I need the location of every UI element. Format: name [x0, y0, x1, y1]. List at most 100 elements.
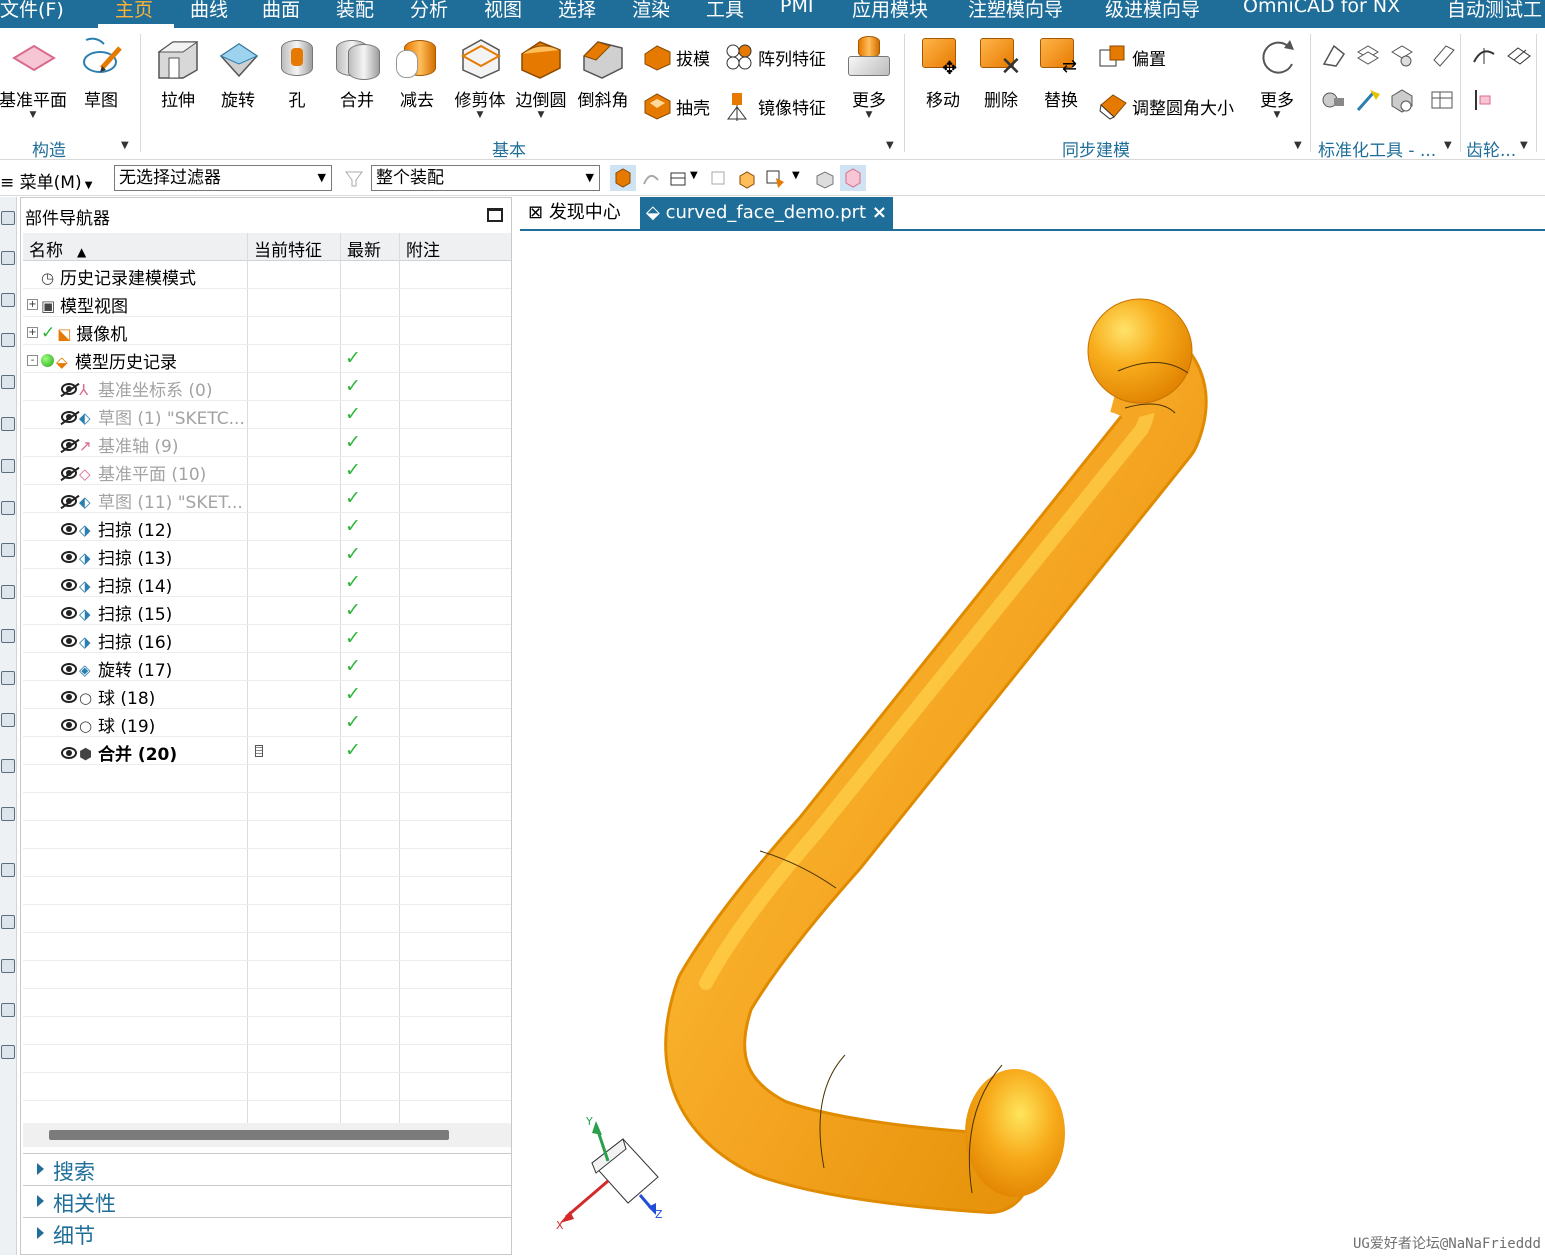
main-menu-button[interactable]: ≡ 菜单(M) ▼: [0, 168, 92, 193]
tree-row[interactable]: ⬗ 扫掠 (16) ✓: [23, 625, 511, 653]
tree-node[interactable]: ⬗ 扫掠 (13): [61, 544, 172, 569]
tree-row[interactable]: ⬗ 扫掠 (14) ✓: [23, 569, 511, 597]
section-search[interactable]: 搜索: [23, 1153, 511, 1185]
tab-discovery-center[interactable]: ⊠ 发现中心: [522, 197, 627, 229]
pattern-feature-button[interactable]: 阵列特征: [724, 42, 826, 72]
sound-tab-icon[interactable]: [1, 807, 15, 821]
tool-wrench-icon[interactable]: [1320, 86, 1348, 114]
process-studio-tab-icon[interactable]: [1, 543, 15, 557]
menu-pmi[interactable]: PMI: [780, 0, 813, 25]
measure-icon[interactable]: [1320, 42, 1348, 70]
tree-row[interactable]: ⬢ 合并 (20) ✓: [23, 737, 511, 765]
web-browser-tab-icon[interactable]: [1, 417, 15, 431]
curved-handle-model[interactable]: [664, 298, 1208, 1214]
tree-row[interactable]: ⬗ 扫掠 (15) ✓: [23, 597, 511, 625]
tree-node[interactable]: ⬗ 扫掠 (14): [61, 572, 172, 597]
chevron-down-icon[interactable]: ▼: [792, 170, 800, 181]
chamfer-button[interactable]: 倒斜角: [574, 34, 632, 111]
resize-blend-button[interactable]: 调整圆角大小: [1098, 91, 1234, 121]
tree-row[interactable]: + ▣ 模型视图: [23, 289, 511, 317]
tools-tab-icon[interactable]: [1, 1003, 15, 1017]
menu-assembly[interactable]: 装配: [336, 0, 374, 25]
more-basic-button[interactable]: 更多 ▼: [840, 34, 898, 120]
tree-row[interactable]: ◇ 基准平面 (10) ✓: [23, 457, 511, 485]
hidden-eye-icon[interactable]: [61, 494, 77, 507]
hd3d-tools-tab-icon[interactable]: [1, 375, 15, 389]
manufacturing-wizard-tab-icon[interactable]: [1, 585, 15, 599]
assembly-navigator-tab-icon[interactable]: [1, 251, 15, 265]
section-dependencies[interactable]: 相关性: [23, 1185, 511, 1217]
datum-plane-button[interactable]: 基准平面 ▼: [0, 34, 68, 120]
tree-node[interactable]: ⬖ 草图 (1) "SKETC...: [61, 404, 245, 429]
subtract-button[interactable]: 减去: [392, 34, 442, 111]
select-feature-icon[interactable]: [610, 165, 636, 191]
show-components-icon[interactable]: [840, 165, 866, 191]
menu-file[interactable]: 文件(F): [0, 0, 64, 25]
chevron-down-icon[interactable]: ▼: [886, 140, 894, 151]
replace-face-button[interactable]: ⇄ 替换: [1034, 34, 1088, 111]
tree-node[interactable]: ↗ 基准轴 (9): [61, 432, 178, 457]
more-sync-button[interactable]: 更多 ▼: [1250, 34, 1304, 120]
hidden-eye-icon[interactable]: [61, 438, 77, 451]
menu-surface[interactable]: 曲面: [262, 0, 300, 25]
tree-row[interactable]: ⬗ 扫掠 (12) ✓: [23, 513, 511, 541]
select-face-icon[interactable]: [764, 168, 786, 190]
collapse-icon[interactable]: -: [27, 355, 38, 366]
visible-eye-icon[interactable]: [61, 718, 77, 731]
menu-mold-wizard[interactable]: 注塑模向导: [968, 0, 1063, 25]
shell-button[interactable]: 抽壳: [642, 91, 710, 121]
check-part-icon[interactable]: [1388, 86, 1416, 114]
menu-select[interactable]: 选择: [558, 0, 596, 25]
column-header-latest[interactable]: 最新: [347, 236, 381, 261]
visible-eye-icon[interactable]: [61, 634, 77, 647]
reuse-library-tab-icon[interactable]: [1, 333, 15, 347]
tree-node[interactable]: ⅄ 基准坐标系 (0): [61, 376, 212, 401]
close-tab-icon[interactable]: ×: [872, 202, 887, 223]
section-details[interactable]: 细节: [23, 1217, 511, 1249]
tag-icon[interactable]: [1430, 42, 1458, 70]
hidden-eye-icon[interactable]: [61, 410, 77, 423]
tree-row[interactable]: ◈ 旋转 (17) ✓: [23, 653, 511, 681]
tree-node[interactable]: ⬢ 合并 (20): [61, 740, 177, 765]
tree-row[interactable]: ○ 球 (18) ✓: [23, 681, 511, 709]
tab-part-file[interactable]: ⬙ curved_face_demo.prt ×: [640, 197, 893, 229]
show-bodies-icon[interactable]: [814, 168, 836, 190]
tree-node[interactable]: - ⬙ 模型历史记录: [27, 348, 177, 373]
select-curve-icon[interactable]: [640, 168, 662, 190]
delete-face-button[interactable]: ✕ 删除: [974, 34, 1028, 111]
wrench-tab-icon[interactable]: [1, 1045, 15, 1059]
column-header-name[interactable]: 名称 ▲: [29, 236, 86, 261]
visible-eye-icon[interactable]: [61, 606, 77, 619]
menu-view[interactable]: 视图: [484, 0, 522, 25]
part-navigator-tab-icon[interactable]: [1, 211, 15, 225]
pen-tab-icon[interactable]: [1, 959, 15, 973]
maximize-icon[interactable]: [487, 208, 503, 222]
tree-node[interactable]: ⬖ 草图 (11) "SKET...: [61, 488, 243, 513]
roles-tab-icon[interactable]: [1, 629, 15, 643]
tree-node[interactable]: ◷ 历史记录建模模式: [27, 264, 196, 290]
tree-row[interactable]: ⬖ 草图 (11) "SKET... ✓: [23, 485, 511, 513]
tree-row[interactable]: ○ 球 (19) ✓: [23, 709, 511, 737]
menu-render[interactable]: 渲染: [632, 0, 670, 25]
tree-row[interactable]: ⬗ 扫掠 (13) ✓: [23, 541, 511, 569]
layers-icon[interactable]: [1354, 42, 1382, 70]
gear-curve-icon[interactable]: [1470, 42, 1498, 70]
menu-auto-test[interactable]: 自动测试工: [1447, 0, 1542, 25]
select-body-icon[interactable]: [668, 168, 690, 190]
gear-surface-icon[interactable]: [1504, 42, 1532, 70]
tree-node[interactable]: + ✓ ⬕ 摄像机: [27, 320, 127, 345]
visible-eye-icon[interactable]: [61, 522, 77, 535]
clock-tab-icon[interactable]: [1, 915, 15, 929]
table-icon[interactable]: [1428, 86, 1456, 114]
expand-icon[interactable]: +: [27, 299, 38, 310]
visible-eye-icon[interactable]: [61, 578, 77, 591]
column-header-note[interactable]: 附注: [406, 236, 440, 261]
tree-row[interactable]: ↗ 基准轴 (9) ✓: [23, 429, 511, 457]
tree-node[interactable]: ⬗ 扫掠 (15): [61, 600, 172, 625]
menu-curve[interactable]: 曲线: [190, 0, 228, 25]
tree-node[interactable]: ○ 球 (19): [61, 712, 155, 737]
tree-node[interactable]: + ▣ 模型视图: [27, 292, 128, 317]
gear-param-icon[interactable]: [1470, 86, 1498, 114]
tree-node[interactable]: ◇ 基准平面 (10): [61, 460, 206, 485]
edge-blend-button[interactable]: 边倒圆 ▼: [512, 34, 570, 120]
